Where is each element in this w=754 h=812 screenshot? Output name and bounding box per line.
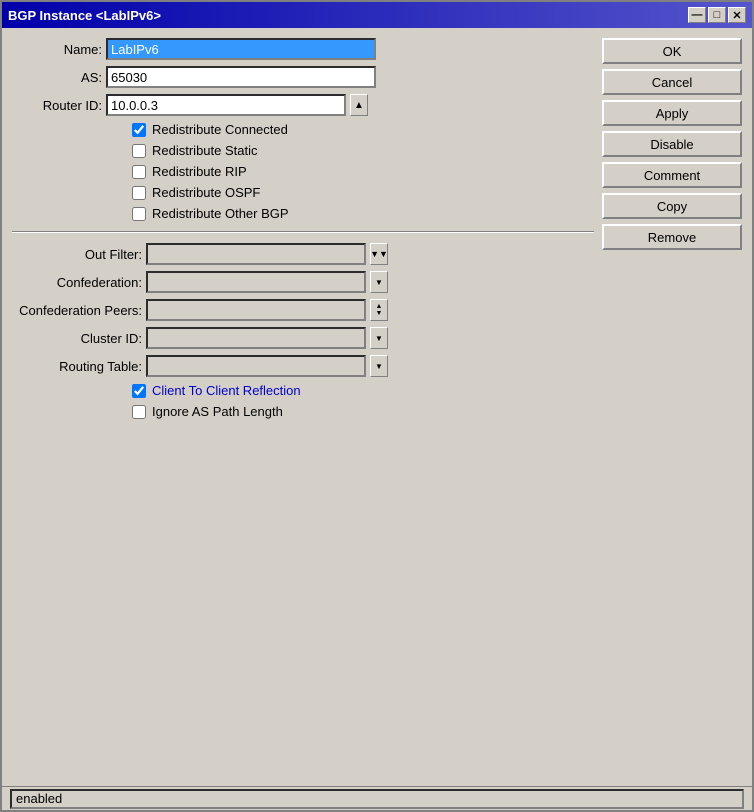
out-filter-input[interactable] [146,243,366,265]
confederation-row: Confederation: ▼ [12,271,594,293]
copy-button[interactable]: Copy [602,193,742,219]
out-filter-row: Out Filter: ▼▼ [12,243,594,265]
ignore-as-path-label: Ignore AS Path Length [152,404,283,419]
cluster-id-label: Cluster ID: [12,331,142,346]
redistribute-rip-row: Redistribute RIP [12,164,594,179]
redistribute-other-bgp-row: Redistribute Other BGP [12,206,594,221]
redistribute-other-bgp-label: Redistribute Other BGP [152,206,289,221]
title-bar-buttons: — □ ✕ [688,7,746,23]
redistribute-connected-row: Redistribute Connected [12,122,594,137]
apply-button[interactable]: Apply [602,100,742,126]
router-id-row: Router ID: ▲ [12,94,594,116]
confederation-peers-input[interactable] [146,299,366,321]
routing-table-dropdown-button[interactable]: ▼ [370,355,388,377]
remove-button[interactable]: Remove [602,224,742,250]
routing-table-label: Routing Table: [12,359,142,374]
redistribute-ospf-checkbox[interactable] [132,186,146,200]
window-title: BGP Instance <LabIPv6> [8,8,161,23]
client-to-client-checkbox[interactable] [132,384,146,398]
main-window: BGP Instance <LabIPv6> — □ ✕ Name: AS: R… [0,0,754,812]
out-filter-label: Out Filter: [12,247,142,262]
out-filter-dropdown-button[interactable]: ▼▼ [370,243,388,265]
redistribute-rip-checkbox[interactable] [132,165,146,179]
confederation-dropdown-button[interactable]: ▼ [370,271,388,293]
status-inset: enabled [10,789,744,809]
redistribute-other-bgp-checkbox[interactable] [132,207,146,221]
router-id-spin-button[interactable]: ▲ [350,94,368,116]
content-area: Name: AS: Router ID: ▲ Redistribute Conn… [2,28,752,786]
status-bar: enabled [2,786,752,810]
confederation-peers-row: Confederation Peers: ▲▼ [12,299,594,321]
title-bar: BGP Instance <LabIPv6> — □ ✕ [2,2,752,28]
as-label: AS: [12,70,102,85]
divider-1 [12,231,594,233]
router-id-label: Router ID: [12,98,102,113]
restore-button[interactable]: □ [708,7,726,23]
name-label: Name: [12,42,102,57]
close-button[interactable]: ✕ [728,7,746,23]
confederation-label: Confederation: [12,275,142,290]
redistribute-ospf-label: Redistribute OSPF [152,185,260,200]
routing-table-row: Routing Table: ▼ [12,355,594,377]
status-text: enabled [16,791,62,806]
redistribute-rip-label: Redistribute RIP [152,164,247,179]
name-input[interactable] [106,38,376,60]
name-row: Name: [12,38,594,60]
confederation-peers-spin-button[interactable]: ▲▼ [370,299,388,321]
redistribute-static-label: Redistribute Static [152,143,258,158]
ok-button[interactable]: OK [602,38,742,64]
left-panel: Name: AS: Router ID: ▲ Redistribute Conn… [12,38,594,776]
confederation-peers-label: Confederation Peers: [12,303,142,318]
as-input[interactable] [106,66,376,88]
redistribute-connected-checkbox[interactable] [132,123,146,137]
redistribute-static-checkbox[interactable] [132,144,146,158]
comment-button[interactable]: Comment [602,162,742,188]
cluster-id-input[interactable] [146,327,366,349]
cluster-id-row: Cluster ID: ▼ [12,327,594,349]
disable-button[interactable]: Disable [602,131,742,157]
minimize-button[interactable]: — [688,7,706,23]
cancel-button[interactable]: Cancel [602,69,742,95]
router-id-input[interactable] [106,94,346,116]
routing-table-input[interactable] [146,355,366,377]
client-to-client-label: Client To Client Reflection [152,383,301,398]
right-panel: OK Cancel Apply Disable Comment Copy Rem… [602,38,742,776]
cluster-id-dropdown-button[interactable]: ▼ [370,327,388,349]
as-row: AS: [12,66,594,88]
redistribute-connected-label: Redistribute Connected [152,122,288,137]
client-to-client-row: Client To Client Reflection [12,383,594,398]
redistribute-static-row: Redistribute Static [12,143,594,158]
confederation-input[interactable] [146,271,366,293]
ignore-as-path-row: Ignore AS Path Length [12,404,594,419]
redistribute-ospf-row: Redistribute OSPF [12,185,594,200]
ignore-as-path-checkbox[interactable] [132,405,146,419]
